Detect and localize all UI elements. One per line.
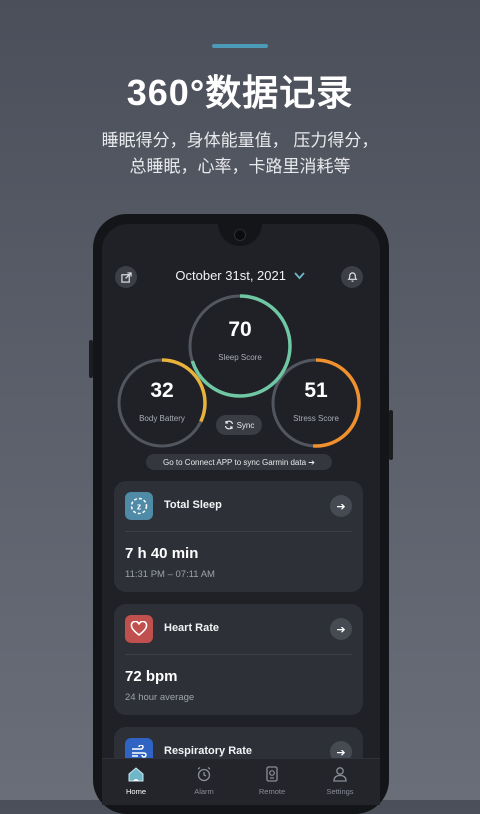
heart-icon — [125, 615, 153, 643]
arrow-right-icon: ➔ — [336, 500, 346, 513]
front-camera — [234, 229, 246, 241]
bottom-tab-bar: Home Alarm Remote Settings — [102, 758, 380, 805]
promo-subtitle-line1: 睡眠得分，身体能量值， 压力得分， — [101, 131, 379, 150]
tab-label: Settings — [326, 787, 354, 796]
heart-rate-card[interactable]: Heart Rate ➔ 72 bpm 24 hour average — [114, 604, 363, 715]
promo-headline: 360°数据记录 — [126, 72, 354, 113]
stress-score-label: Stress Score — [293, 414, 339, 423]
promo-subtitle-line2: 总睡眠，心率，卡路里消耗等 — [129, 157, 351, 176]
alarm-icon — [174, 765, 234, 783]
tab-label: Remote — [258, 787, 286, 796]
arrow-right-icon: ➔ — [336, 623, 346, 636]
power-button — [389, 410, 393, 460]
tab-settings[interactable]: Settings — [310, 765, 370, 796]
date-label: October 31st, 2021 — [175, 268, 286, 283]
card-divider — [125, 654, 352, 655]
sleep-score-label: Sleep Score — [218, 353, 262, 362]
sleep-score-ring[interactable] — [187, 293, 293, 399]
total-sleep-arrow-button[interactable]: ➔ — [330, 495, 352, 517]
sync-button[interactable]: Sync — [216, 415, 262, 435]
arrow-right-icon: ➔ — [336, 746, 346, 759]
heart-rate-title: Heart Rate — [164, 622, 220, 634]
total-sleep-card[interactable]: z Total Sleep ➔ 7 h 40 min 11:31 PM – 07… — [114, 481, 363, 592]
home-icon — [106, 765, 166, 783]
respiratory-rate-title: Respiratory Rate — [164, 745, 253, 757]
heart-rate-subtitle: 24 hour average — [125, 692, 195, 703]
heart-rate-arrow-button[interactable]: ➔ — [330, 618, 352, 640]
chevron-down-icon — [290, 268, 305, 283]
heart-rate-value: 72 bpm — [125, 668, 178, 685]
body-battery-label: Body Battery — [139, 414, 185, 423]
tab-label: Alarm — [194, 787, 214, 796]
volume-button — [89, 340, 93, 378]
sleep-icon: z — [125, 492, 153, 520]
date-selector[interactable]: October 31st, 2021 — [0, 268, 480, 283]
tab-remote[interactable]: Remote — [242, 765, 302, 796]
card-divider — [125, 531, 352, 532]
bell-icon — [346, 272, 358, 282]
sync-label: Sync — [236, 420, 255, 430]
tab-home[interactable]: Home — [106, 765, 166, 796]
tab-label: Home — [125, 787, 146, 796]
remote-icon — [242, 765, 302, 783]
svg-text:z: z — [137, 502, 142, 512]
sleep-score-value: 70 — [228, 318, 252, 341]
sync-icon — [224, 420, 233, 430]
total-sleep-value: 7 h 40 min — [125, 545, 199, 562]
user-icon — [310, 765, 370, 783]
accent-bar — [212, 44, 268, 48]
total-sleep-title: Total Sleep — [164, 499, 222, 511]
notification-button[interactable] — [341, 266, 363, 288]
connect-app-link[interactable]: Go to Connect APP to sync Garmin data ➔ — [146, 454, 332, 470]
tab-alarm[interactable]: Alarm — [174, 765, 234, 796]
total-sleep-time-range: 11:31 PM – 07:11 AM — [125, 569, 215, 580]
